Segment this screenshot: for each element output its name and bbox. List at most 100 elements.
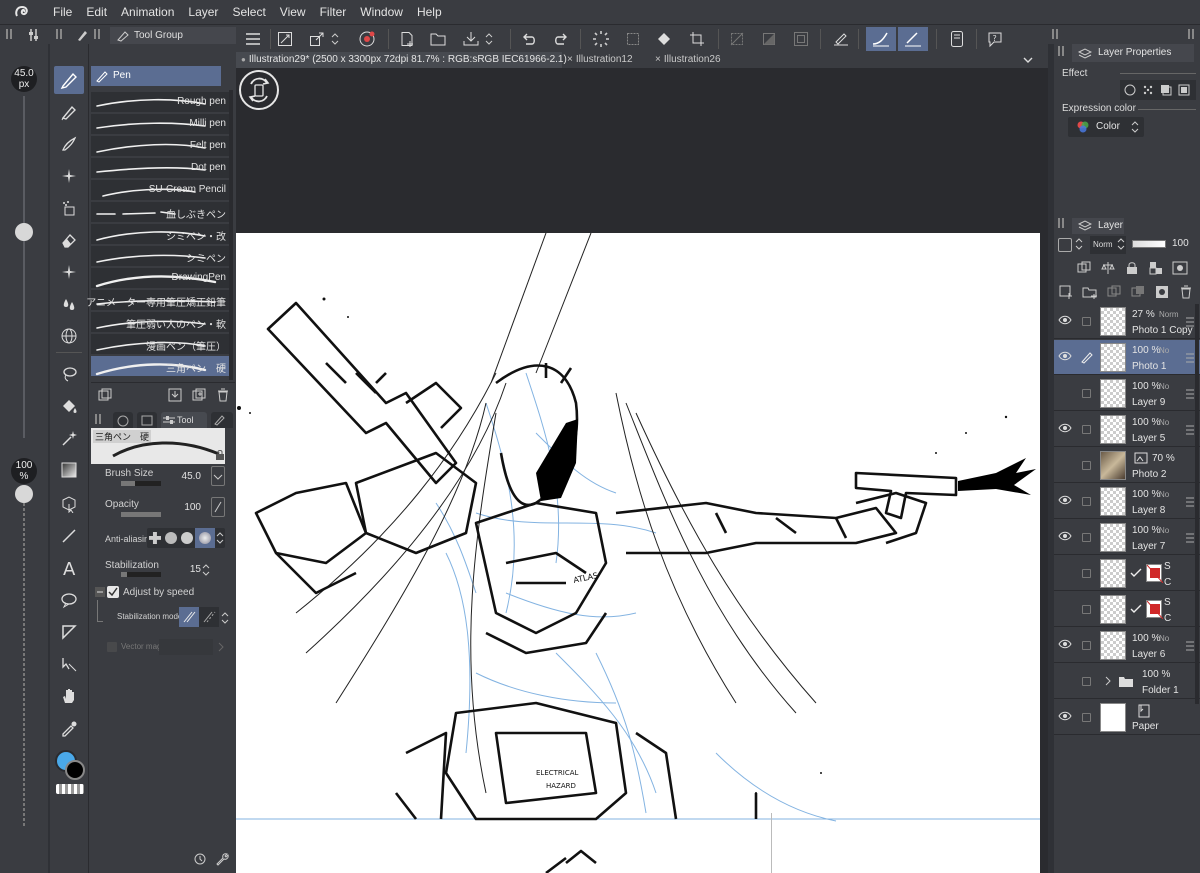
- wrench-icon[interactable]: [215, 852, 229, 866]
- props-panel-handle-icon[interactable]: [1058, 46, 1066, 56]
- layer-tab[interactable]: Layer: [1072, 218, 1124, 234]
- eraser-tool-button[interactable]: [54, 226, 84, 254]
- sub-tool-settings-icon[interactable]: [97, 387, 113, 403]
- hand-tool-button[interactable]: [54, 682, 84, 710]
- eye-icon[interactable]: [1058, 495, 1072, 505]
- stabilization-mode-spinner[interactable]: [220, 610, 230, 626]
- aa-medium-icon[interactable]: [181, 532, 193, 544]
- hamburger-menu-button[interactable]: [240, 27, 266, 51]
- new-file-button[interactable]: [394, 27, 420, 51]
- menu-layer[interactable]: Layer: [181, 0, 225, 24]
- border-effect-icon[interactable]: [1122, 82, 1138, 98]
- figure-tool-button[interactable]: [54, 322, 84, 350]
- aa-strong-icon[interactable]: [195, 528, 215, 548]
- right-collapse-handle-icon[interactable]: [1052, 29, 1060, 39]
- import-icon[interactable]: [167, 387, 183, 403]
- airbrush-tool-button[interactable]: [54, 194, 84, 222]
- eyedropper-tool-button[interactable]: [54, 714, 84, 742]
- tabs-dropdown-chevron-icon[interactable]: [1022, 54, 1034, 66]
- expression-color-select[interactable]: Color: [1068, 117, 1144, 137]
- panel-handle-icon[interactable]: [56, 29, 64, 39]
- eye-hidden-slot[interactable]: [1058, 387, 1072, 397]
- line-tool-button[interactable]: [54, 522, 84, 550]
- fit-canvas-button[interactable]: [272, 27, 298, 51]
- stabilization-mini-slider[interactable]: [121, 572, 161, 577]
- mask-layer-icon[interactable]: [1172, 260, 1188, 276]
- transform-button[interactable]: [304, 27, 330, 51]
- stabilization-mode-option-2[interactable]: [199, 607, 219, 627]
- panel-handle-icon-2[interactable]: [94, 29, 102, 39]
- layer-checkbox[interactable]: [1082, 713, 1091, 722]
- opacity-value[interactable]: 100: [159, 502, 201, 513]
- menu-filter[interactable]: Filter: [313, 0, 354, 24]
- tab-illustration12[interactable]: × Illustration12: [562, 52, 648, 68]
- layer-checkbox[interactable]: [1082, 677, 1091, 686]
- layer-menu-icon[interactable]: [1186, 497, 1194, 507]
- layer-checkbox[interactable]: [1082, 317, 1091, 326]
- layer-row[interactable]: 100 % No Layer 5: [1054, 412, 1200, 447]
- lasso-tool-button[interactable]: [54, 360, 84, 388]
- brush-item[interactable]: SU-Cream Pencil: [91, 180, 229, 201]
- brush-item[interactable]: シミペン・改: [91, 224, 229, 245]
- sub-color-swatch[interactable]: [65, 760, 85, 780]
- brush-item[interactable]: Rough pen: [91, 92, 229, 113]
- layer-menu-icon[interactable]: [1186, 425, 1194, 435]
- eye-hidden-slot[interactable]: [1058, 603, 1072, 613]
- fill-tool-button[interactable]: [54, 392, 84, 420]
- opacity-mini-slider[interactable]: [121, 512, 161, 517]
- layer-row[interactable]: SC: [1054, 592, 1200, 627]
- stabilization-spinner[interactable]: [201, 562, 211, 578]
- brush-item[interactable]: 三角ペン 硬: [91, 356, 229, 377]
- redo-button[interactable]: [548, 27, 574, 51]
- tab-illustration26[interactable]: × Illustration26: [650, 52, 736, 68]
- brush-size-panel-icon[interactable]: [28, 28, 40, 42]
- brush-item[interactable]: 血しぶきペン: [91, 202, 229, 223]
- eye-hidden-slot[interactable]: [1058, 567, 1072, 577]
- smartphone-button[interactable]: [944, 27, 970, 51]
- frame-border-tool-button[interactable]: [54, 618, 84, 646]
- extract-line-effect-icon[interactable]: [1176, 82, 1192, 98]
- menu-edit[interactable]: Edit: [79, 0, 114, 24]
- brush-list-scrollbar[interactable]: [229, 90, 233, 380]
- brush-item[interactable]: 漫画ペン（筆圧）: [91, 334, 229, 355]
- eye-icon[interactable]: [1058, 351, 1072, 361]
- merge-below-icon[interactable]: [1130, 284, 1146, 300]
- collapse-toggle[interactable]: [95, 587, 105, 597]
- opacity-slider-track[interactable]: [23, 488, 25, 828]
- correct-line-tool-button[interactable]: [54, 650, 84, 678]
- stroke-mode-1-button[interactable]: [866, 27, 896, 51]
- opacity-dynamics-button[interactable]: [211, 497, 225, 517]
- brush-size-slider-track[interactable]: [23, 96, 25, 438]
- layer-opacity-value[interactable]: 100: [1172, 238, 1189, 249]
- layer-properties-tab[interactable]: Layer Properties: [1072, 44, 1194, 62]
- menu-select[interactable]: Select: [225, 0, 272, 24]
- tab-illustration29[interactable]: ● Illustration29* (2500 x 3300px 72dpi 81…: [236, 52, 567, 68]
- layer-checkbox[interactable]: [1082, 641, 1091, 650]
- layer-color-spinner-icon[interactable]: [1074, 236, 1084, 252]
- canvas-area[interactable]: ● Illustration29* (2500 x 3300px 72dpi 81…: [236, 52, 1048, 873]
- brush-item[interactable]: 筆圧弱い人のペン・軟: [91, 312, 229, 333]
- adjust-by-speed-checkbox[interactable]: [107, 586, 119, 598]
- layer-checkbox[interactable]: [1082, 533, 1091, 542]
- eye-icon[interactable]: [1058, 711, 1072, 721]
- delete-layer-icon[interactable]: [1178, 284, 1194, 300]
- layer-menu-icon[interactable]: [1186, 641, 1194, 651]
- layer-list-scrollbar[interactable]: [1195, 304, 1199, 704]
- anti-aliasing-selector[interactable]: [147, 528, 225, 548]
- layer-panel-handle-icon[interactable]: [1058, 218, 1066, 228]
- tone-effect-icon[interactable]: [1140, 82, 1156, 98]
- layer-menu-icon[interactable]: [1186, 389, 1194, 399]
- transform-spinner[interactable]: [328, 27, 342, 51]
- stroke-mode-2-button[interactable]: [898, 27, 928, 51]
- vector-magnet-chevron-icon[interactable]: [217, 642, 225, 652]
- brush-item[interactable]: シミペン: [91, 246, 229, 267]
- layer-checkbox[interactable]: [1082, 461, 1091, 470]
- select-all-button[interactable]: [620, 27, 646, 51]
- crop-button[interactable]: [684, 27, 710, 51]
- brush-size-slider-thumb[interactable]: [15, 223, 33, 241]
- transparent-color-swatch[interactable]: [56, 784, 84, 794]
- save-spinner[interactable]: [482, 27, 496, 51]
- right-collapse-handle-icon-2[interactable]: [1188, 29, 1196, 39]
- drawing-canvas[interactable]: ATLAS ELECTRICAL HAZARD: [236, 233, 1040, 873]
- menu-window[interactable]: Window: [353, 0, 410, 24]
